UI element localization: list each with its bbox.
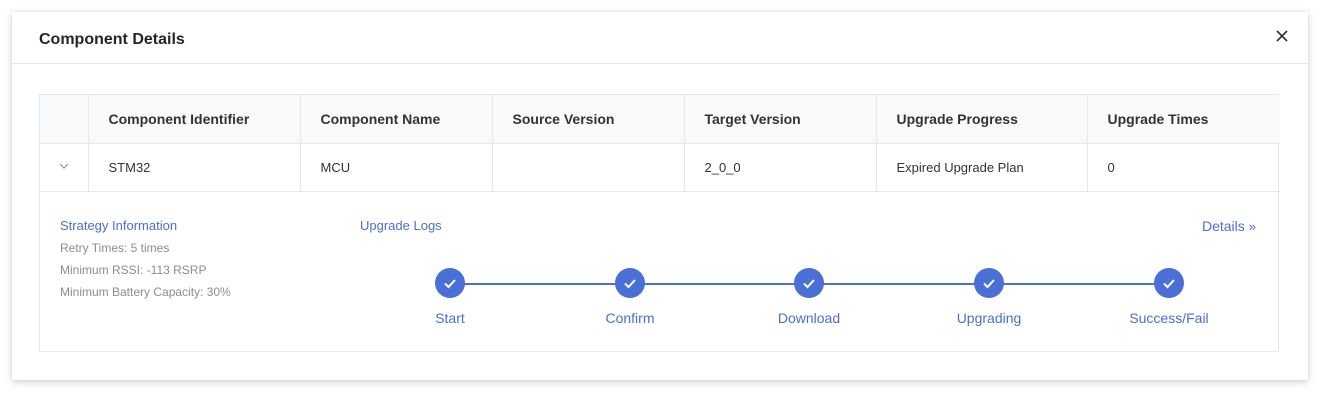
column-header-upgrade-progress: Upgrade Progress: [876, 95, 1088, 144]
step-label: Upgrading: [956, 309, 1022, 326]
step-upgrading: Upgrading: [929, 267, 1049, 326]
cell-source-version: [492, 143, 685, 192]
check-icon: [615, 267, 645, 298]
expand-column-header: [40, 95, 89, 144]
check-icon: [974, 267, 1004, 298]
chevron-down-icon: [59, 163, 69, 169]
step-label: Success/Fail: [1129, 309, 1209, 326]
component-details-modal: Component Details Component Identifier C…: [12, 12, 1308, 380]
minimum-rssi-text: Minimum RSSI: -113 RSRP: [60, 262, 207, 277]
step-label: Start: [435, 309, 465, 326]
column-header-upgrade-times: Upgrade Times: [1087, 95, 1280, 144]
upgrade-logs-link[interactable]: Upgrade Logs: [360, 218, 442, 233]
cell-upgrade-progress: Expired Upgrade Plan: [876, 143, 1088, 192]
modal-title: Component Details: [39, 31, 185, 48]
modal-header: Component Details: [12, 12, 1308, 64]
check-icon: [794, 267, 824, 298]
check-icon: [1154, 267, 1184, 298]
step-start: Start: [390, 267, 510, 326]
step-success-fail: Success/Fail: [1109, 267, 1229, 326]
cell-name: MCU: [300, 143, 493, 192]
column-header-target-version: Target Version: [684, 95, 877, 144]
column-header-name: Component Name: [300, 95, 493, 144]
double-chevron-right-icon: »: [1248, 218, 1256, 234]
table-header-row: Component Identifier Component Name Sour…: [40, 95, 1280, 144]
cell-upgrade-times: 0: [1087, 143, 1280, 192]
close-button[interactable]: [1274, 28, 1290, 44]
components-table: Component Identifier Component Name Sour…: [39, 94, 1280, 352]
minimum-battery-text: Minimum Battery Capacity: 30%: [60, 284, 231, 299]
cell-target-version: 2_0_0: [684, 143, 877, 192]
step-download: Download: [749, 267, 869, 326]
step-label: Confirm: [605, 309, 655, 326]
retry-times-text: Retry Times: 5 times: [60, 240, 170, 255]
column-header-source-version: Source Version: [492, 95, 685, 144]
table-row: STM32 MCU 2_0_0 Expired Upgrade Plan 0: [40, 143, 1280, 192]
expand-cell: [40, 143, 89, 192]
close-icon: [1276, 30, 1288, 42]
column-header-identifier: Component Identifier: [88, 95, 301, 144]
expanded-detail-panel: Strategy Information Retry Times: 5 time…: [40, 192, 1278, 352]
strategy-information-link[interactable]: Strategy Information: [60, 218, 231, 233]
details-link-label: Details: [1201, 217, 1245, 234]
step-confirm: Confirm: [570, 267, 690, 326]
check-icon: [435, 267, 465, 298]
strategy-section: Strategy Information Retry Times: 5 time…: [60, 218, 231, 299]
cell-identifier: STM32: [88, 143, 301, 192]
step-label: Download: [777, 309, 841, 326]
details-link[interactable]: Details»: [1202, 218, 1256, 234]
expand-row-button[interactable]: [58, 160, 70, 172]
